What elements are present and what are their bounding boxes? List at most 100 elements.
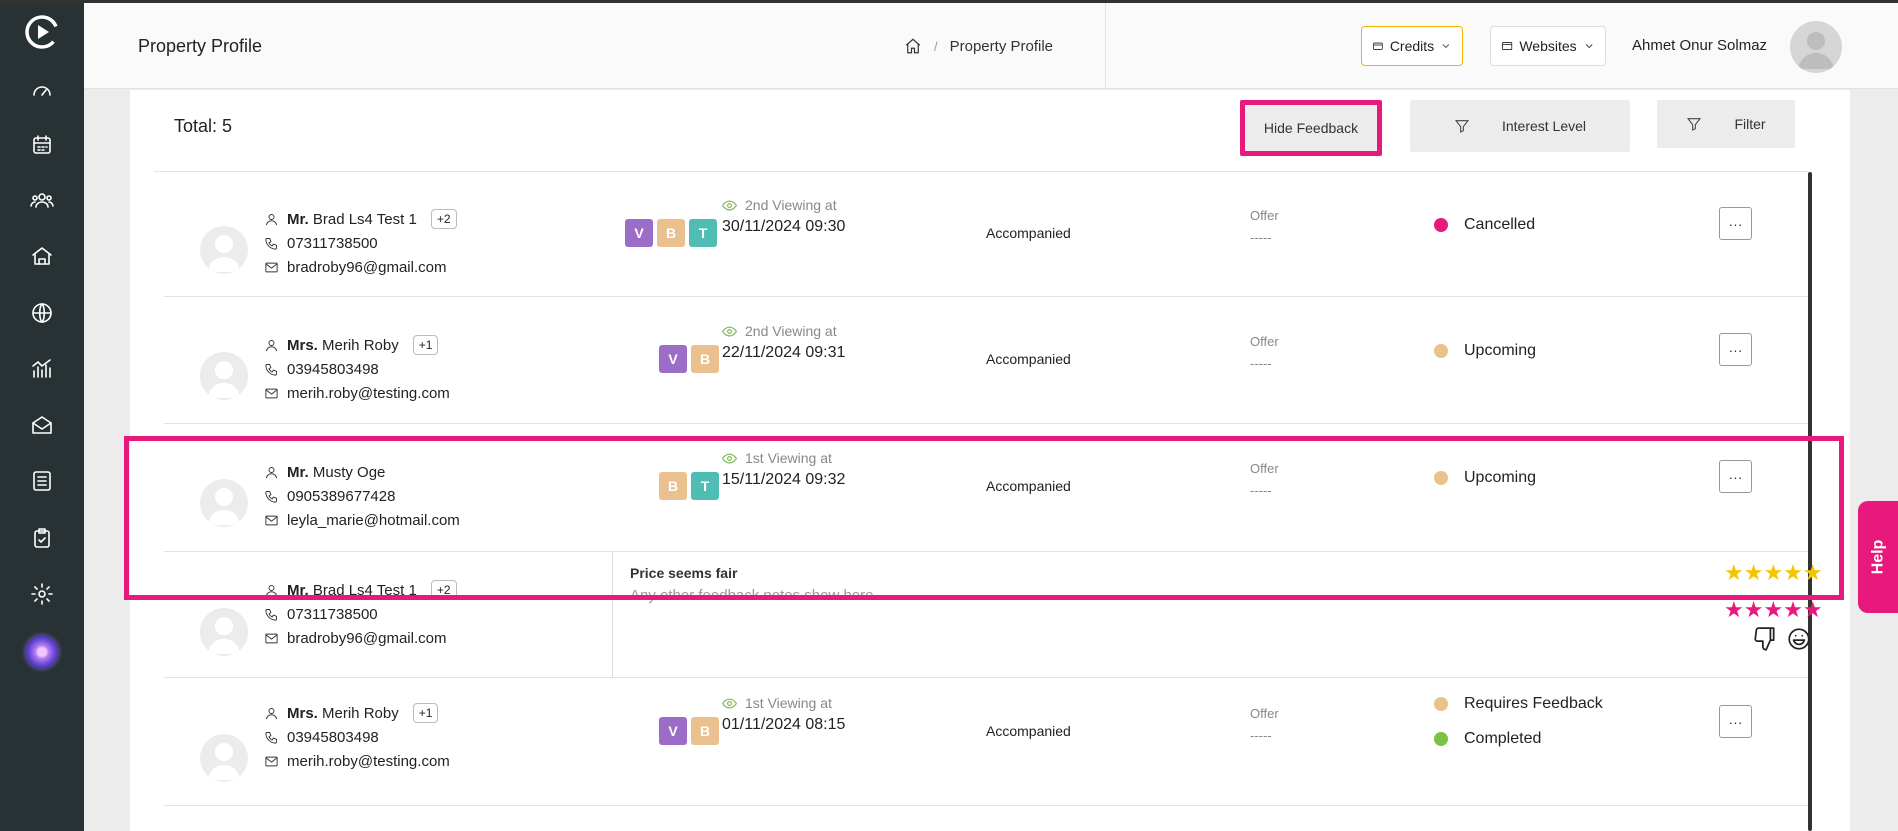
status-list: Requires Feedback Completed xyxy=(1434,686,1603,756)
home-icon[interactable] xyxy=(904,37,922,55)
hide-feedback-button[interactable]: Hide Feedback xyxy=(1240,100,1382,156)
eye-icon xyxy=(722,200,737,210)
contact-title: Mrs. xyxy=(287,336,318,354)
ai-assistant-orb-icon[interactable] xyxy=(26,636,58,668)
status-label: Upcoming xyxy=(1464,341,1537,359)
viewing-row[interactable]: Mrs. Merih Roby +1 03945803498 merih.roby… xyxy=(164,297,1808,423)
offer-label: Offer xyxy=(1250,461,1279,476)
more-options-button[interactable]: ··· xyxy=(1719,333,1752,366)
contact-phone[interactable]: 07311738500 xyxy=(287,606,378,623)
clipboard-check-icon[interactable] xyxy=(28,524,56,552)
offer-info: Offer ----- xyxy=(1250,458,1279,502)
credits-button[interactable]: Credits xyxy=(1361,26,1463,66)
calendar-icon[interactable] xyxy=(28,131,56,159)
analytics-chart-icon[interactable] xyxy=(28,355,56,383)
contact-phone[interactable]: 0905389677428 xyxy=(287,488,395,505)
help-label: Help xyxy=(1868,539,1886,575)
interest-level-filter-button[interactable]: Interest Level xyxy=(1410,100,1630,152)
contact-email[interactable]: bradroby96@gmail.com xyxy=(287,630,446,647)
tag-badge: V xyxy=(659,345,687,373)
tag-badge: V xyxy=(659,717,687,745)
more-options-button[interactable]: ··· xyxy=(1719,460,1752,493)
additional-contacts-badge[interactable]: +2 xyxy=(430,580,457,600)
property-house-icon[interactable] xyxy=(28,242,56,270)
phone-icon xyxy=(265,731,277,744)
browser-window-icon xyxy=(1502,41,1513,51)
contact-email[interactable]: leyla_marie@hotmail.com xyxy=(287,512,460,529)
email-icon xyxy=(265,262,278,272)
tag-badge: B xyxy=(691,345,719,373)
feedback-reactions xyxy=(1752,626,1812,652)
app-logo-icon[interactable] xyxy=(22,12,62,52)
mail-inbox-icon[interactable] xyxy=(28,411,56,439)
list-scrollbar[interactable] xyxy=(1808,172,1812,831)
eye-icon xyxy=(722,698,737,708)
contact-email[interactable]: merih.roby@testing.com xyxy=(287,385,450,402)
viewing-label: 1st Viewing at xyxy=(745,695,832,711)
feedback-row[interactable]: Mr. Brad Ls4 Test 1 +2 07311738500 bradro… xyxy=(164,552,1823,678)
offer-label: Offer xyxy=(1250,208,1279,223)
rating-stars-yellow: ★★★★★ xyxy=(1724,560,1823,585)
contact-email[interactable]: bradroby96@gmail.com xyxy=(287,259,446,276)
viewing-info: 2nd Viewing at 22/11/2024 09:31 xyxy=(722,321,845,362)
users-group-icon[interactable] xyxy=(28,186,56,214)
chevron-down-icon xyxy=(1585,44,1593,49)
breadcrumb-separator: / xyxy=(934,38,938,54)
eye-icon xyxy=(722,326,737,336)
tag-badge: B xyxy=(657,219,685,247)
contact-name: Merih Roby xyxy=(322,336,399,354)
offer-info: Offer ----- xyxy=(1250,205,1279,249)
status-label: Completed xyxy=(1464,729,1542,747)
status-dot xyxy=(1434,696,1448,711)
contact-info: Mrs. Merih Roby +1 03945803498 merih.roby… xyxy=(264,701,450,773)
tag-badge: T xyxy=(689,219,717,247)
settings-gear-icon[interactable] xyxy=(28,580,56,608)
status-dot xyxy=(1434,217,1448,232)
offer-value: ----- xyxy=(1250,356,1272,371)
offer-value: ----- xyxy=(1250,230,1272,245)
tag-group: V B xyxy=(659,345,719,373)
viewing-label: 2nd Viewing at xyxy=(745,323,837,339)
websites-button[interactable]: Websites xyxy=(1490,26,1606,66)
viewing-date: 01/11/2024 08:15 xyxy=(722,716,846,733)
top-header: Property Profile / Property Profile Cred… xyxy=(84,3,1898,89)
person-icon xyxy=(266,466,277,478)
additional-contacts-badge[interactable]: +2 xyxy=(430,209,457,229)
offer-label: Offer xyxy=(1250,334,1279,349)
viewing-row[interactable]: Mr. Brad Ls4 Test 1 +2 07311738500 bradro… xyxy=(164,171,1808,297)
email-icon xyxy=(265,756,278,766)
viewing-row[interactable]: Mrs. Merih Roby +1 03945803498 merih.roby… xyxy=(164,678,1808,804)
chevron-down-icon xyxy=(1442,44,1450,49)
user-avatar[interactable] xyxy=(1790,21,1842,73)
offer-value: ----- xyxy=(1250,728,1272,743)
dashboard-gauge-icon[interactable] xyxy=(28,76,56,104)
globe-icon[interactable] xyxy=(28,299,56,327)
viewing-date: 15/11/2024 09:32 xyxy=(722,471,846,488)
tag-badge: B xyxy=(691,717,719,745)
window-top-border xyxy=(0,0,1898,3)
viewing-date: 30/11/2024 09:30 xyxy=(722,218,846,235)
contact-name: Brad Ls4 Test 1 xyxy=(312,581,417,599)
contact-phone[interactable]: 03945803498 xyxy=(287,361,379,378)
checklist-icon[interactable] xyxy=(28,467,56,495)
more-options-button[interactable]: ··· xyxy=(1719,207,1752,240)
breadcrumb: / Property Profile xyxy=(904,37,1053,55)
contact-phone[interactable]: 07311738500 xyxy=(287,235,378,252)
filter-button[interactable]: Filter xyxy=(1657,100,1795,148)
status-list: Upcoming xyxy=(1434,460,1536,495)
additional-contacts-badge[interactable]: +1 xyxy=(412,703,439,723)
funnel-icon xyxy=(1687,118,1702,131)
viewing-date: 22/11/2024 09:31 xyxy=(722,344,846,361)
contact-info: Mr. Musty Oge 0905389677428 leyla_marie@… xyxy=(264,460,460,532)
viewing-row[interactable]: Mr. Musty Oge 0905389677428 leyla_marie@… xyxy=(164,424,1808,550)
accompanied-label: Accompanied xyxy=(986,478,1071,494)
contact-phone[interactable]: 03945803498 xyxy=(287,729,379,746)
more-options-button[interactable]: ··· xyxy=(1719,705,1752,738)
hide-feedback-label: Hide Feedback xyxy=(1263,120,1359,136)
help-tab-button[interactable]: Help xyxy=(1858,501,1898,613)
contact-email[interactable]: merih.roby@testing.com xyxy=(287,753,450,770)
additional-contacts-badge[interactable]: +1 xyxy=(412,335,439,355)
email-icon xyxy=(265,633,278,643)
viewing-info: 1st Viewing at 01/11/2024 08:15 xyxy=(722,693,845,734)
user-name[interactable]: Ahmet Onur Solmaz xyxy=(1632,37,1767,54)
